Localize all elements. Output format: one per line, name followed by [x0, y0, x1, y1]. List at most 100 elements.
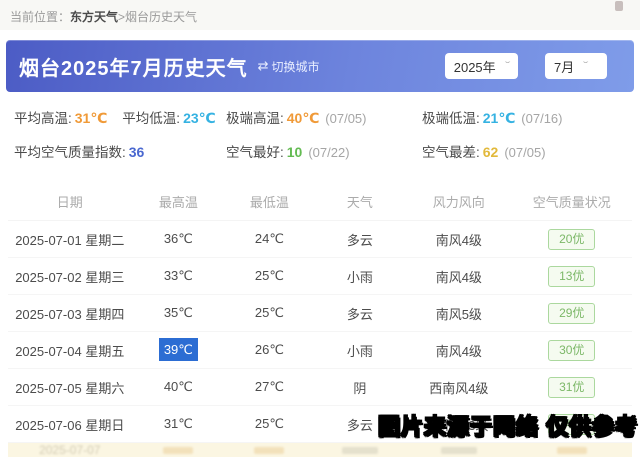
page-title: 烟台2025年7月历史天气 [19, 52, 248, 81]
weather-cell-value: 多云 [347, 307, 373, 322]
wind-cell-value: 南风4级 [436, 233, 482, 248]
weather-cell: 多云 [314, 304, 406, 323]
date-cell-value: 2025-07-04 星期五 [15, 344, 124, 359]
table-row: 2025-07-04 星期五 39℃ 26℃ 小雨 南风4级 30优 [8, 332, 632, 369]
stat-worst-air: 空气最差:62(07/05) [422, 145, 546, 160]
low-temp-cell-value: 24℃ [255, 231, 284, 246]
main-content: 平均高温:31℃ 平均低温:23℃ 极端高温:40℃(07/05) 极端低温:2… [0, 100, 640, 457]
month-select-value: 7月 [554, 57, 574, 76]
weather-cell-value: 阴 [353, 381, 366, 396]
stat-avg-low: 平均低温:23℃ [122, 107, 215, 127]
aqi-cell: 29优 [512, 303, 632, 324]
aqi-badge: 13优 [548, 266, 595, 287]
month-select[interactable]: 7月 ˇ [545, 53, 607, 79]
low-temp-cell: 26℃ [225, 342, 314, 358]
stats-row-temperature: 平均高温:31℃ 平均低温:23℃ 极端高温:40℃(07/05) 极端低温:2… [14, 100, 626, 134]
table-row: 2025-07-05 星期六 40℃ 27℃ 阴 西南风4级 31优 [8, 369, 632, 406]
weather-cell: 多云 [314, 230, 406, 249]
table-row: 2025-07-02 星期三 33℃ 25℃ 小雨 南风4级 13优 [8, 258, 632, 295]
corner-badge-icon [615, 1, 623, 11]
watermark: 图片来源于网络 仅供参考 [378, 409, 638, 441]
low-temp-cell: 25℃ [225, 305, 314, 321]
partial-wind-placeholder [441, 447, 477, 454]
aqi-cell: 13优 [512, 266, 632, 287]
high-temp-cell: 31℃ [132, 416, 226, 432]
weather-cell-value: 多云 [347, 233, 373, 248]
col-header-aqi: 空气质量状况 [512, 192, 632, 211]
high-temp-cell: 40℃ [132, 379, 226, 395]
aqi-badge: 31优 [548, 377, 595, 398]
low-temp-cell-value: 27℃ [255, 379, 284, 394]
breadcrumb: 当前位置：东方天气>烟台历史天气 [0, 0, 640, 30]
wind-cell: 南风5级 [406, 304, 511, 323]
date-cell: 2025-07-01 星期二 [8, 230, 132, 249]
low-temp-cell-value: 25℃ [255, 305, 284, 320]
stats-panel: 平均高温:31℃ 平均低温:23℃ 极端高温:40℃(07/05) 极端低温:2… [0, 100, 640, 168]
date-cell: 2025-07-02 星期三 [8, 267, 132, 286]
date-cell-value: 2025-07-03 星期四 [15, 307, 124, 322]
table-header-row: 日期 最高温 最低温 天气 风力风向 空气质量状况 [8, 182, 632, 221]
high-temp-cell-value: 36℃ [164, 231, 193, 246]
aqi-badge: 29优 [548, 303, 595, 324]
weather-cell: 小雨 [314, 267, 406, 286]
selected-text-highlight: 39℃ [159, 338, 198, 361]
chevron-down-icon: ˇ [505, 61, 510, 72]
low-temp-cell-value: 25℃ [255, 268, 284, 283]
date-cell-value: 2025-07-02 星期三 [15, 270, 124, 285]
weather-cell-value: 小雨 [347, 344, 373, 359]
date-cell-value: 2025-07-05 星期六 [15, 381, 124, 396]
wind-cell-value: 南风4级 [436, 270, 482, 285]
col-header-weather: 天气 [314, 192, 406, 211]
weather-cell: 阴 [314, 378, 406, 397]
weather-cell-value: 小雨 [347, 270, 373, 285]
high-temp-cell-value: 33℃ [164, 268, 193, 283]
low-temp-cell: 25℃ [225, 268, 314, 284]
weather-cell-value: 多云 [347, 418, 373, 433]
high-temp-cell-value: 35℃ [164, 305, 193, 320]
wind-cell-value: 南风4级 [436, 344, 482, 359]
stats-row-air-quality: 平均空气质量指数:36 空气最好:10(07/22) 空气最差:62(07/05… [14, 134, 626, 168]
swap-arrows-icon: ⇄ [258, 58, 269, 74]
weather-cell: 小雨 [314, 341, 406, 360]
switch-city-label: 切换城市 [272, 58, 320, 75]
partial-high-placeholder [163, 447, 193, 454]
aqi-cell: 31优 [512, 377, 632, 398]
year-select-value: 2025年 [454, 57, 496, 76]
breadcrumb-current: 烟台历史天气 [125, 10, 197, 24]
wind-cell-value: 南风5级 [436, 307, 482, 322]
breadcrumb-separator: > [118, 10, 125, 24]
date-cell: 2025-07-06 星期日 [8, 415, 132, 434]
high-temp-cell-value: 31℃ [164, 416, 193, 431]
aqi-cell: 20优 [512, 229, 632, 250]
wind-cell: 西南风4级 [406, 378, 511, 397]
breadcrumb-site-link[interactable]: 东方天气 [70, 10, 118, 24]
stat-extreme-high: 极端高温:40℃(07/05) [226, 111, 367, 126]
col-header-date: 日期 [8, 192, 132, 211]
date-cell: 2025-07-04 星期五 [8, 341, 132, 360]
table-row: 2025-07-03 星期四 35℃ 25℃ 多云 南风5级 29优 [8, 295, 632, 332]
wind-cell: 南风4级 [406, 230, 511, 249]
stat-avg-high: 平均高温:31℃ [14, 107, 107, 127]
wind-cell: 南风4级 [406, 341, 511, 360]
col-header-wind: 风力风向 [406, 192, 511, 211]
date-cell-value: 2025-07-06 星期日 [15, 418, 124, 433]
aqi-badge: 20优 [548, 229, 595, 250]
year-select[interactable]: 2025年 ˇ [445, 53, 518, 79]
date-cell: 2025-07-05 星期六 [8, 378, 132, 397]
col-header-high: 最高温 [132, 192, 226, 211]
table-row-partial: 2025-07-07 [8, 443, 632, 457]
wind-cell: 南风4级 [406, 267, 511, 286]
low-temp-cell: 24℃ [225, 231, 314, 247]
col-header-low: 最低温 [225, 192, 314, 211]
chevron-down-icon: ˇ [583, 61, 588, 72]
low-temp-cell: 25℃ [225, 416, 314, 432]
low-temp-cell-value: 25℃ [255, 416, 284, 431]
switch-city-button[interactable]: ⇄ 切换城市 [258, 58, 320, 75]
high-temp-cell: 35℃ [132, 305, 226, 321]
high-temp-cell-value: 40℃ [164, 379, 193, 394]
aqi-badge: 30优 [548, 340, 595, 361]
date-cell-value: 2025-07-01 星期二 [15, 233, 124, 248]
low-temp-cell-value: 26℃ [255, 342, 284, 357]
date-cell: 2025-07-03 星期四 [8, 304, 132, 323]
partial-weather-placeholder [342, 447, 378, 454]
